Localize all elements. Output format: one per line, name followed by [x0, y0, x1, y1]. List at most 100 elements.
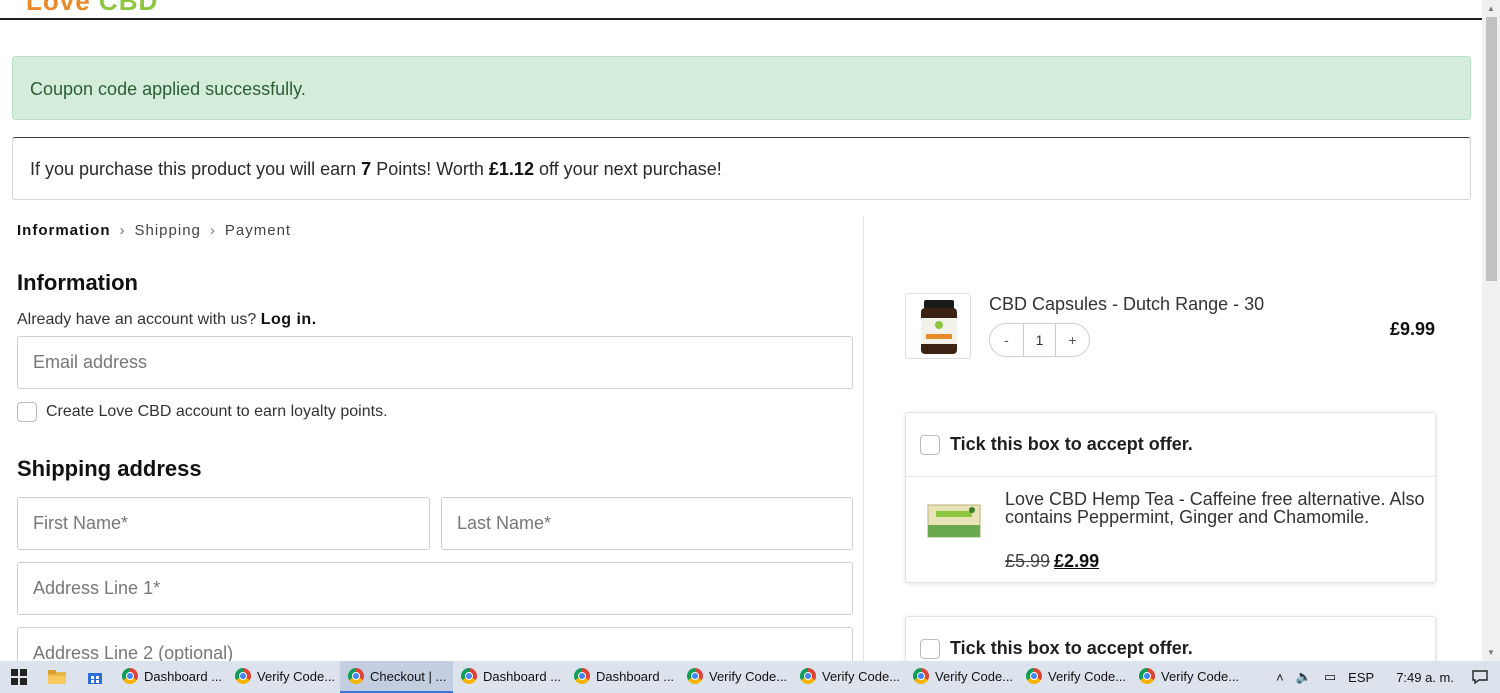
- upsell-offer-card: Tick this box to accept offer.: [905, 616, 1436, 661]
- taskbar-app-label: Dashboard ...: [596, 668, 675, 684]
- breadcrumb: Information › Shipping › Payment: [17, 222, 291, 239]
- scroll-down-arrow-icon[interactable]: ▼: [1482, 644, 1500, 661]
- page-scrollbar[interactable]: ▲ ▼: [1482, 0, 1500, 661]
- taskbar-app-label: Verify Code...: [822, 668, 901, 684]
- language-indicator[interactable]: ESP: [1348, 670, 1374, 685]
- file-explorer-icon[interactable]: [38, 661, 76, 693]
- system-tray: ˄ 🔈 ▭ ESP 7:49 a. m.: [1270, 661, 1500, 693]
- login-link[interactable]: Log in.: [261, 311, 317, 328]
- account-prompt: Already have an account with us? Log in.: [17, 311, 317, 329]
- checkout-form-column: Information › Shipping › Payment Information…: [0, 216, 864, 661]
- address-line2-input[interactable]: [18, 628, 852, 661]
- chrome-icon: [122, 668, 138, 684]
- chrome-icon: [800, 668, 816, 684]
- address-line1-field[interactable]: [17, 562, 853, 615]
- coupon-success-alert: Coupon code applied successfully.: [12, 56, 1471, 120]
- taskbar-app-chrome-window[interactable]: Verify Code...: [227, 661, 340, 693]
- taskbar-app-chrome-window[interactable]: Verify Code...: [679, 661, 792, 693]
- taskbar-app-chrome-window[interactable]: Verify Code...: [1018, 661, 1131, 693]
- clock[interactable]: 7:49 a. m.: [1396, 670, 1454, 685]
- create-account-option[interactable]: Create Love CBD account to earn loyalty …: [17, 402, 388, 422]
- taskbar-app-chrome-window[interactable]: Dashboard ...: [114, 661, 227, 693]
- offer-description: Love CBD Hemp Tea - Caffeine free altern…: [1005, 489, 1425, 527]
- shipping-address-heading: Shipping address: [17, 456, 202, 481]
- taskbar-app-chrome-window[interactable]: Verify Code...: [1131, 661, 1244, 693]
- points-text-prefix: If you purchase this product you will ea…: [30, 159, 362, 179]
- chrome-icon: [574, 668, 590, 684]
- love-cbd-logo[interactable]: Love CBD: [26, 0, 158, 17]
- offer-accept-row[interactable]: Tick this box to accept offer.: [906, 413, 1435, 477]
- cbd-capsules-product-image: [905, 293, 971, 359]
- first-name-input[interactable]: [18, 498, 429, 549]
- scrollbar-thumb[interactable]: [1486, 17, 1497, 281]
- offer-new-price: £2.99: [1054, 551, 1100, 571]
- last-name-field[interactable]: [441, 497, 853, 550]
- breadcrumb-separator: ›: [209, 222, 216, 239]
- address-line2-field[interactable]: [17, 627, 853, 661]
- store-icon[interactable]: [76, 661, 114, 693]
- chrome-icon: [235, 668, 251, 684]
- offer-accept-label: Tick this box to accept offer.: [950, 638, 1193, 658]
- points-value: 7: [361, 159, 372, 179]
- offer-details: Love CBD Hemp Tea - Caffeine free altern…: [906, 477, 1435, 583]
- taskbar-app-label: Verify Code...: [709, 668, 788, 684]
- taskbar-app-label: Dashboard ...: [483, 668, 562, 684]
- quantity-decrease-button[interactable]: -: [990, 332, 1023, 348]
- chrome-icon: [461, 668, 477, 684]
- offer-prices: £5.99 £2.99: [1005, 551, 1099, 572]
- taskbar-app-chrome-window[interactable]: Verify Code...: [905, 661, 1018, 693]
- offer-accept-checkbox[interactable]: [920, 434, 940, 455]
- hemp-tea-product-image: [927, 504, 981, 538]
- email-input[interactable]: [18, 337, 852, 388]
- create-account-checkbox[interactable]: [17, 402, 37, 422]
- points-text-suffix: off your next purchase!: [533, 159, 722, 179]
- taskbar-app-label: Verify Code...: [1161, 668, 1240, 684]
- logo-text-cbd: CBD: [98, 0, 159, 16]
- breadcrumb-payment[interactable]: Payment: [225, 222, 291, 239]
- windows-taskbar: Dashboard ... Verify Code... Checkout | ..…: [0, 661, 1500, 693]
- windows-start-icon[interactable]: [0, 661, 38, 693]
- taskbar-app-label: Verify Code...: [935, 668, 1014, 684]
- taskbar-app-list: Dashboard ... Verify Code... Checkout | ..…: [114, 661, 1244, 693]
- breadcrumb-information[interactable]: Information: [17, 222, 111, 239]
- offer-accept-checkbox[interactable]: [920, 638, 940, 659]
- quantity-value[interactable]: 1: [1023, 324, 1056, 356]
- tray-chevron-up-icon[interactable]: ˄: [1276, 670, 1284, 685]
- create-account-label: Create Love CBD account to earn loyalty …: [46, 403, 388, 420]
- chrome-icon: [1139, 668, 1155, 684]
- taskbar-app-label: Verify Code...: [1048, 668, 1127, 684]
- coupon-success-message: Coupon code applied successfully.: [30, 79, 306, 99]
- first-name-field[interactable]: [17, 497, 430, 550]
- breadcrumb-separator: ›: [119, 222, 126, 239]
- taskbar-app-chrome-window[interactable]: Verify Code...: [792, 661, 905, 693]
- volume-icon[interactable]: 🔈: [1296, 669, 1312, 685]
- taskbar-app-chrome-window[interactable]: Dashboard ...: [566, 661, 679, 693]
- product-name: CBD Capsules - Dutch Range - 30: [989, 294, 1265, 314]
- loyalty-points-notice: If you purchase this product you will ea…: [12, 137, 1471, 200]
- chrome-icon: [1026, 668, 1042, 684]
- logo-text-love: Love: [26, 0, 91, 16]
- taskbar-app-chrome-window[interactable]: Dashboard ...: [453, 661, 566, 693]
- scroll-up-arrow-icon[interactable]: ▲: [1482, 0, 1500, 17]
- offer-accept-row[interactable]: Tick this box to accept offer.: [906, 617, 1435, 661]
- taskbar-app-chrome-window[interactable]: Checkout | ...: [340, 661, 453, 693]
- notification-icon[interactable]: [1460, 670, 1500, 684]
- email-field[interactable]: [17, 336, 853, 389]
- address-line1-input[interactable]: [18, 563, 852, 614]
- offer-accept-label: Tick this box to accept offer.: [950, 434, 1193, 454]
- checkout-page: Love CBD Coupon code applied successfull…: [0, 0, 1482, 661]
- points-text-middle: Points! Worth: [371, 159, 489, 179]
- information-heading: Information: [17, 270, 138, 295]
- site-header: Love CBD: [0, 0, 1482, 20]
- product-price: £9.99: [1389, 319, 1435, 339]
- breadcrumb-shipping[interactable]: Shipping: [135, 222, 201, 239]
- chrome-icon: [348, 668, 364, 684]
- quantity-increase-button[interactable]: +: [1056, 332, 1089, 348]
- quantity-stepper[interactable]: - 1 +: [989, 323, 1090, 357]
- account-prompt-text: Already have an account with us?: [17, 311, 257, 328]
- taskbar-app-label: Verify Code...: [257, 668, 336, 684]
- network-icon[interactable]: ▭: [1324, 669, 1336, 685]
- chrome-icon: [687, 668, 703, 684]
- cart-line-item: CBD Capsules - Dutch Range - 30 - 1 + £9…: [905, 293, 1435, 363]
- last-name-input[interactable]: [442, 498, 852, 549]
